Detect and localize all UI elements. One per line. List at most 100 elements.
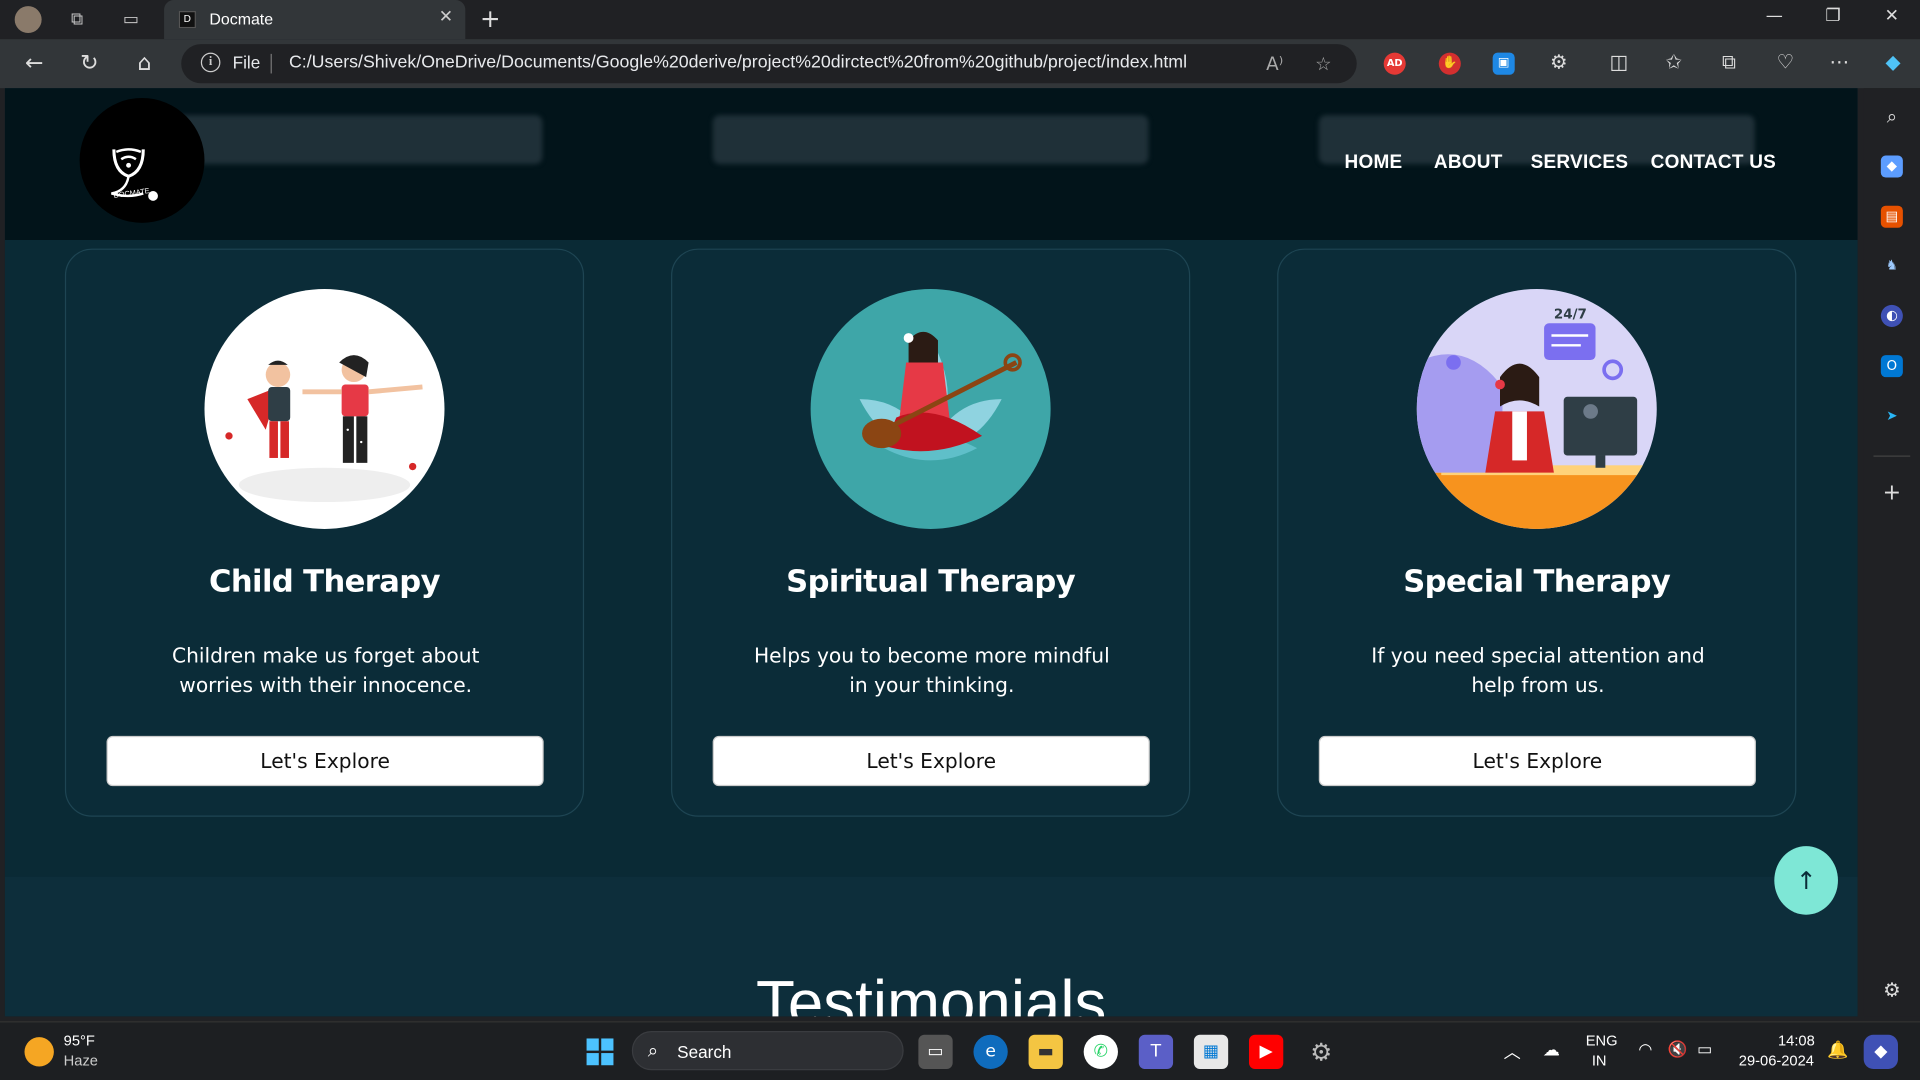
weather-temperature: 95°F [63, 1032, 95, 1050]
file-label: File [232, 52, 261, 73]
home-icon[interactable]: ⌂ [130, 50, 159, 76]
testimonials-section: Testimonials [4, 876, 1858, 1017]
explore-button[interactable]: Let's Explore [1318, 735, 1756, 787]
tab-docmate[interactable]: D Docmate ✕ [164, 0, 466, 40]
testimonials-heading: Testimonials [756, 968, 1107, 1017]
clock-time[interactable]: 14:08 [1778, 1032, 1815, 1049]
search-label: Search [677, 1042, 732, 1062]
spiritual-therapy-illustration [810, 288, 1051, 529]
clock-date[interactable]: 29-06-2024 [1739, 1052, 1814, 1069]
url-text[interactable]: C:/Users/Shivek/OneDrive/Documents/Googl… [289, 53, 1187, 73]
sidebar-settings-icon[interactable]: ⚙ [1881, 979, 1903, 1002]
nav-about[interactable]: ABOUT [1434, 152, 1503, 174]
blurred-button [712, 115, 1149, 165]
shopping-tag-icon[interactable]: ◆ [1880, 155, 1903, 178]
site-logo[interactable]: DOCMATE [79, 97, 205, 223]
minimize-icon[interactable]: — [1756, 6, 1793, 26]
outlook-icon[interactable]: O [1880, 355, 1903, 378]
taskbar-search[interactable]: ⌕ Search [631, 1031, 904, 1071]
close-window-icon[interactable]: ✕ [1873, 6, 1910, 26]
special-therapy-illustration: 24/7 [1416, 288, 1657, 529]
card-description: Helps you to become more mindful in your… [753, 644, 1110, 697]
onedrive-icon[interactable]: ☁ [1543, 1040, 1560, 1061]
copilot-icon[interactable]: ◆ [1880, 50, 1907, 73]
close-tab-icon[interactable]: ✕ [439, 7, 453, 27]
title-bar: ⧉ ▭ D Docmate ✕ + — ❐ ✕ [0, 0, 1920, 40]
more-menu-icon[interactable]: ⋯ [1826, 50, 1853, 73]
service-card-child: Child Therapy Children make us forget ab… [64, 248, 585, 817]
card-description: If you need special attention and help f… [1371, 644, 1705, 697]
language-bottom[interactable]: IN [1592, 1052, 1607, 1069]
address-toolbar: ← ↻ ⌂ i File C:/Users/Shivek/OneDrive/Do… [0, 39, 1920, 89]
volume-muted-icon[interactable]: 🔇 [1668, 1040, 1688, 1060]
nav-contact-us[interactable]: CONTACT US [1651, 152, 1776, 174]
restore-icon[interactable]: ❐ [1815, 6, 1852, 26]
card-title: Child Therapy [209, 563, 441, 599]
show-hidden-icons[interactable]: ︿ [1504, 1040, 1521, 1064]
language-top[interactable]: ENG [1586, 1032, 1618, 1049]
add-sidebar-icon[interactable]: + [1881, 482, 1903, 504]
tab-favicon-icon: D [178, 11, 196, 29]
service-card-special: 24/7 Special Therapy If you need special… [1277, 248, 1797, 817]
copilot-taskbar-icon[interactable]: ◆ [1863, 1034, 1898, 1069]
explore-button[interactable]: Let's Explore [106, 735, 544, 787]
edge-taskbar-icon[interactable]: e [973, 1034, 1008, 1069]
windows-taskbar: 95°F Haze ⌕ Search ▭ e ▬ ✆ T ▦ ▶ ⚙ ︿ ☁ E… [0, 1021, 1920, 1080]
tab-title: Docmate [209, 9, 274, 29]
telegram-icon[interactable]: ➤ [1881, 405, 1903, 427]
settings-taskbar-icon[interactable]: ⚙ [1304, 1035, 1338, 1069]
stop-hand-icon[interactable]: ✋ [1438, 52, 1461, 75]
weather-description: Haze [63, 1051, 98, 1069]
haze-sun-icon [24, 1037, 54, 1067]
web-page: DOCMATE HOME ABOUT SERVICES CONTACT US C… [4, 88, 1858, 1017]
wifi-icon[interactable]: ◠ [1638, 1040, 1652, 1060]
child-therapy-illustration [204, 288, 445, 529]
teams-icon[interactable]: T [1138, 1034, 1174, 1069]
read-aloud-icon[interactable]: A⁾ [1266, 53, 1283, 75]
image-extension-icon[interactable]: ▣ [1492, 52, 1515, 75]
workspaces-icon[interactable]: ⧉ [64, 7, 91, 31]
logo-text: DOCMATE [113, 186, 150, 200]
explore-button[interactable]: Let's Explore [712, 735, 1150, 787]
tools-icon[interactable]: ▤ [1880, 205, 1903, 228]
vertical-tabs-icon[interactable]: ▭ [118, 7, 145, 31]
back-icon[interactable]: ← [20, 50, 49, 76]
address-bar[interactable]: i File C:/Users/Shivek/OneDrive/Document… [181, 44, 1357, 84]
copilot-sidebar-icon[interactable]: ◐ [1880, 304, 1903, 327]
collections-icon[interactable]: ⧉ [1716, 50, 1743, 74]
sidebar-divider [1873, 455, 1911, 457]
edge-sidebar: ⌕ ◆ ▤ ♞ ◐ O ➤ + ⚙ [1863, 88, 1920, 1017]
nav-home[interactable]: HOME [1345, 152, 1403, 174]
weather-widget[interactable]: 95°F Haze [20, 1030, 167, 1074]
browser-essentials-icon[interactable]: ♡ [1772, 50, 1799, 73]
profile-avatar[interactable] [14, 6, 42, 34]
extensions-icon[interactable]: ⚙ [1545, 50, 1572, 73]
divider [270, 53, 272, 74]
notification-bell-icon[interactable]: 🔔 [1827, 1040, 1848, 1061]
special-badge: 24/7 [1554, 307, 1587, 322]
card-description: Children make us forget about worries wi… [171, 644, 480, 697]
battery-icon[interactable]: ▭ [1697, 1040, 1712, 1060]
new-tab-icon[interactable]: + [480, 4, 501, 33]
service-card-spiritual: Spiritual Therapy Helps you to become mo… [671, 248, 1191, 817]
search-icon: ⌕ [647, 1039, 659, 1062]
site-header: DOCMATE HOME ABOUT SERVICES CONTACT US [4, 88, 1858, 241]
favorite-star-icon[interactable]: ☆ [1315, 53, 1331, 75]
task-view-icon[interactable]: ▭ [918, 1034, 953, 1069]
games-icon[interactable]: ♞ [1881, 255, 1903, 277]
back-to-top-button[interactable]: ↑ [1774, 846, 1838, 915]
adblock-icon[interactable]: AD [1383, 52, 1406, 75]
youtube-icon[interactable]: ▶ [1248, 1034, 1284, 1069]
card-title: Spiritual Therapy [786, 563, 1076, 599]
microsoft-store-icon[interactable]: ▦ [1193, 1034, 1229, 1069]
sidebar-search-icon[interactable]: ⌕ [1881, 105, 1903, 127]
card-title: Special Therapy [1403, 563, 1671, 599]
nav-services[interactable]: SERVICES [1531, 152, 1629, 174]
whatsapp-icon[interactable]: ✆ [1083, 1034, 1118, 1069]
file-explorer-icon[interactable]: ▬ [1028, 1034, 1063, 1069]
windows-start-icon[interactable] [583, 1035, 617, 1069]
split-screen-icon[interactable]: ◫ [1605, 50, 1632, 73]
refresh-icon[interactable]: ↻ [75, 50, 104, 76]
info-icon[interactable]: i [200, 52, 221, 73]
favorites-icon[interactable]: ✩ [1660, 50, 1687, 73]
